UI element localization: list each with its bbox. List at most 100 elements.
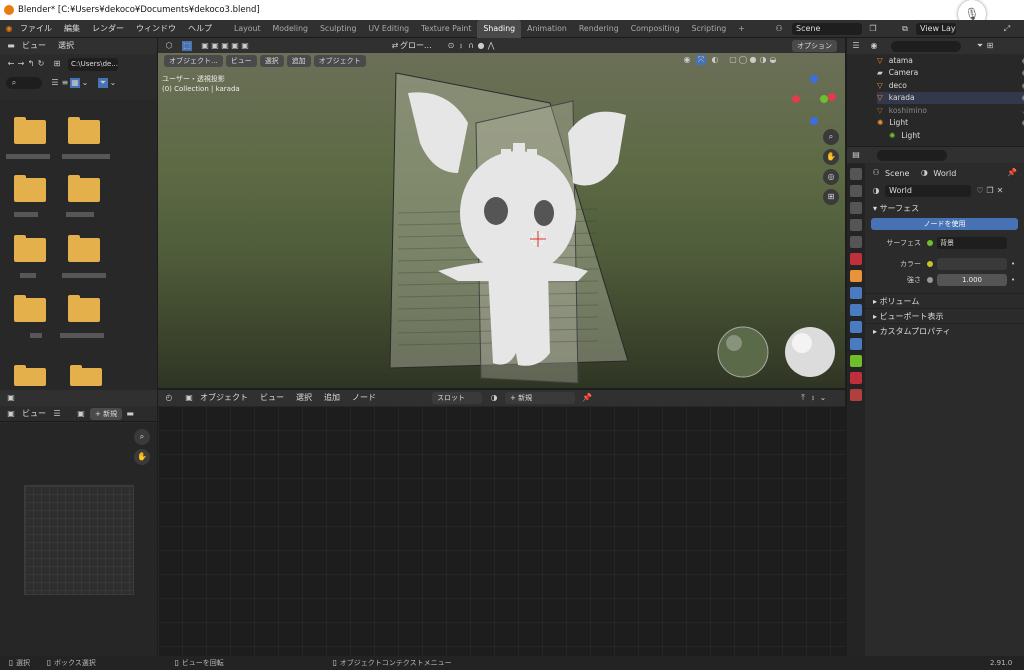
fb-search-input[interactable]: ⌕ bbox=[6, 77, 42, 89]
world-tab-icon[interactable] bbox=[850, 253, 862, 265]
folder-item[interactable] bbox=[14, 117, 46, 144]
keyframe-icon[interactable]: • bbox=[1011, 260, 1015, 268]
menu-render[interactable]: レンダー bbox=[86, 20, 130, 38]
folder-item[interactable] bbox=[70, 365, 102, 386]
select-mode-icon[interactable]: ▣ bbox=[230, 41, 240, 51]
select-tool-icon[interactable]: ⬚ bbox=[182, 40, 192, 51]
folder-item[interactable] bbox=[68, 295, 100, 322]
tab-animation[interactable]: Animation bbox=[521, 20, 573, 38]
editor-type-icon[interactable]: ▣ bbox=[6, 393, 16, 403]
editor-type-icon[interactable]: ◴ bbox=[164, 393, 174, 403]
folder-item[interactable] bbox=[68, 117, 100, 144]
ie-menu-view[interactable]: ビュー bbox=[16, 405, 52, 423]
tab-compositing[interactable]: Compositing bbox=[625, 20, 686, 38]
editor-type-icon[interactable]: ▤ bbox=[851, 150, 861, 160]
outliner-search-input[interactable] bbox=[891, 40, 961, 52]
ne-menu-add[interactable]: 追加 bbox=[318, 389, 346, 407]
ne-menu-select[interactable]: 選択 bbox=[290, 389, 318, 407]
orientation-icon[interactable]: ⇄ bbox=[390, 41, 400, 51]
render-tab-icon[interactable] bbox=[850, 185, 862, 197]
filter-dropdown-icon[interactable]: ⌄ bbox=[108, 78, 118, 88]
menu-window[interactable]: ウィンドウ bbox=[130, 20, 182, 38]
filter-icon[interactable]: ⏷ bbox=[98, 78, 108, 88]
back-icon[interactable]: ← bbox=[6, 59, 16, 69]
new-collection-icon[interactable]: ⊞ bbox=[985, 41, 995, 51]
color-swatch[interactable] bbox=[937, 258, 1007, 270]
scene-icon[interactable]: ⚇ bbox=[774, 24, 784, 34]
outliner-item-deco[interactable]: ▽deco◉ bbox=[877, 79, 1024, 92]
ne-menu-view[interactable]: ビュー bbox=[254, 389, 290, 407]
tab-rendering[interactable]: Rendering bbox=[573, 20, 625, 38]
select-mode-icon[interactable]: ▣ bbox=[200, 41, 210, 51]
editor-type-icon[interactable]: ☰ bbox=[851, 41, 861, 51]
object-mode-icon[interactable]: ▣ bbox=[184, 393, 194, 403]
list-vertical-icon[interactable]: ☰ bbox=[50, 78, 60, 88]
texture-tab-icon[interactable] bbox=[850, 389, 862, 401]
snap-icon[interactable]: ⦂ bbox=[456, 41, 466, 51]
fb-menu-view[interactable]: ビュー bbox=[16, 37, 52, 55]
world-browse-icon[interactable]: ◑ bbox=[489, 393, 499, 403]
keyframe-icon[interactable]: • bbox=[1011, 276, 1015, 284]
folder-item[interactable] bbox=[14, 295, 46, 322]
custom-properties-section-header[interactable]: ▸ カスタムプロパティ bbox=[865, 323, 1024, 338]
folder-item[interactable] bbox=[68, 175, 100, 202]
particles-tab-icon[interactable] bbox=[850, 304, 862, 316]
image-browse-icon[interactable]: ▣ bbox=[76, 409, 86, 419]
folder-item[interactable] bbox=[68, 235, 100, 262]
tab-uv-editing[interactable]: UV Editing bbox=[362, 20, 415, 38]
view-layer-icon[interactable]: ⧉ bbox=[900, 24, 910, 34]
modifier-tab-icon[interactable] bbox=[850, 287, 862, 299]
orientation-dropdown[interactable]: グロー... bbox=[400, 40, 446, 51]
select-mode-icon[interactable]: ▣ bbox=[240, 41, 250, 51]
select-mode-icon[interactable]: ▣ bbox=[210, 41, 220, 51]
proportional-icon[interactable]: ● bbox=[476, 41, 486, 51]
outliner-item-karada[interactable]: ▽karada◉ bbox=[877, 91, 1024, 104]
scene-selector[interactable]: Scene bbox=[792, 23, 862, 35]
menu-file[interactable]: ファイル bbox=[14, 20, 58, 38]
tab-texture-paint[interactable]: Texture Paint bbox=[415, 20, 477, 38]
new-image-button[interactable]: + 新規 bbox=[90, 407, 123, 420]
pin-icon[interactable]: 📌 bbox=[582, 393, 592, 403]
parent-node-tree-icon[interactable]: ⤒ bbox=[798, 393, 808, 403]
hand-pan-icon[interactable]: ✋ bbox=[134, 449, 150, 465]
world-name-field[interactable]: World bbox=[885, 185, 971, 197]
view-layer-selector[interactable]: View Layer bbox=[916, 23, 956, 35]
editor-type-icon[interactable]: ⬡ bbox=[164, 41, 174, 51]
snap-dropdown-icon[interactable]: ⌄ bbox=[818, 393, 828, 403]
strength-field[interactable]: 1.000 bbox=[937, 274, 1007, 286]
material-tab-icon[interactable] bbox=[850, 372, 862, 384]
scene-tab-icon[interactable] bbox=[850, 236, 862, 248]
folder-item[interactable] bbox=[14, 175, 46, 202]
open-image-icon[interactable]: ▬ bbox=[125, 409, 135, 419]
outliner-item-camera[interactable]: ▰Camera◉ bbox=[877, 67, 1024, 80]
tab-shading[interactable]: Shading bbox=[477, 19, 522, 38]
snap-icon[interactable]: ⦂ bbox=[808, 393, 818, 403]
new-scene-icon[interactable]: ❐ bbox=[868, 24, 878, 34]
fake-user-icon[interactable]: ♡ bbox=[975, 186, 985, 196]
data-tab-icon[interactable] bbox=[850, 355, 862, 367]
surface-section-header[interactable]: ▾ サーフェス bbox=[865, 201, 1024, 216]
outliner-item-light-data[interactable]: ✺ Light bbox=[877, 129, 1024, 142]
forward-icon[interactable]: → bbox=[16, 59, 26, 69]
editor-type-icon[interactable]: ▬ bbox=[6, 41, 16, 51]
pivot-icon[interactable]: ⊙ bbox=[446, 41, 456, 51]
unlink-icon[interactable]: ✕ bbox=[995, 186, 1005, 196]
tool-tab-icon[interactable] bbox=[850, 168, 862, 180]
physics-tab-icon[interactable] bbox=[850, 321, 862, 333]
menu-icon[interactable]: ☰ bbox=[52, 409, 62, 419]
slot-dropdown[interactable]: スロット bbox=[432, 392, 482, 404]
ne-mode-dropdown[interactable]: オブジェクト bbox=[194, 389, 254, 407]
add-workspace-button[interactable]: + bbox=[732, 20, 751, 38]
magnet-icon[interactable]: ∩ bbox=[466, 41, 476, 51]
outliner-item-atama[interactable]: ▽atama◉ bbox=[877, 54, 1024, 67]
tab-modeling[interactable]: Modeling bbox=[267, 20, 314, 38]
node-editor-canvas[interactable] bbox=[158, 406, 845, 656]
object-tab-icon[interactable] bbox=[850, 270, 862, 282]
options-dropdown[interactable]: オプション bbox=[792, 40, 837, 52]
fullscreen-icon[interactable]: ⤢ bbox=[1002, 24, 1012, 34]
falloff-icon[interactable]: ⋀ bbox=[486, 41, 496, 51]
parent-dir-icon[interactable]: ↰ bbox=[26, 59, 36, 69]
outliner-item-koshimino[interactable]: ▽koshimino◡ bbox=[877, 104, 1024, 117]
fb-menu-select[interactable]: 選択 bbox=[52, 37, 80, 55]
view-layer-tab-icon[interactable] bbox=[850, 219, 862, 231]
